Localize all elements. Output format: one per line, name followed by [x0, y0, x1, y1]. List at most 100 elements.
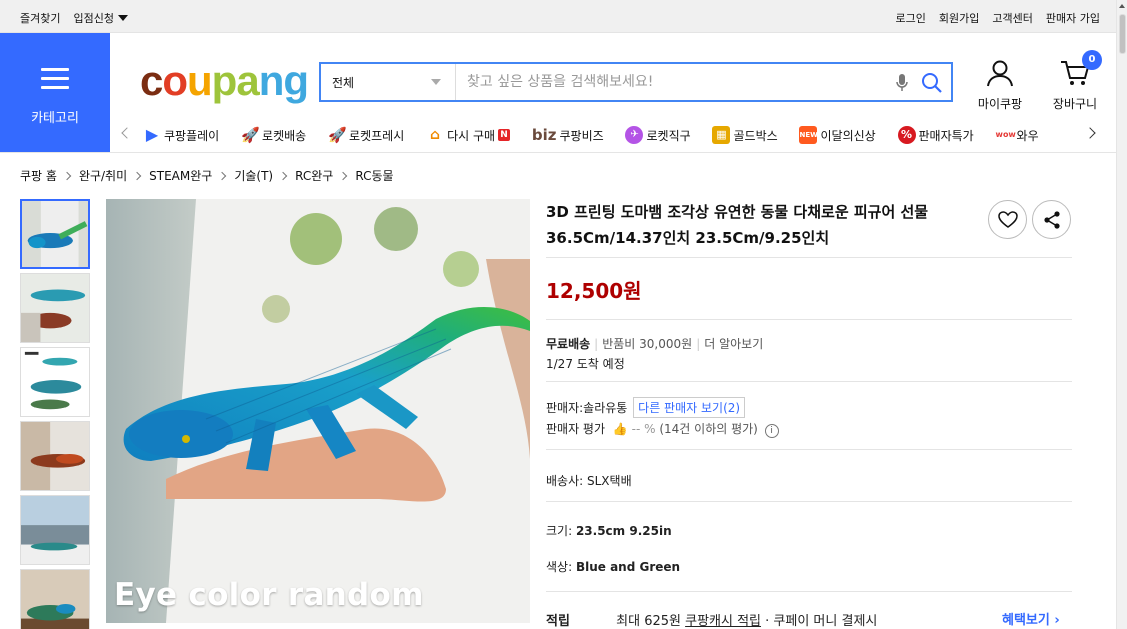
category-label: 카테고리	[31, 111, 79, 126]
shipping-info-row: 무료배송 | 반품비 30,000원 | 더 알아보기	[546, 337, 764, 351]
quicknav-label: 쿠팡비즈	[559, 128, 604, 143]
page-scrollbar[interactable]	[1116, 0, 1127, 629]
breadcrumb: 쿠팡 홈 완구/취미 STEAM완구 기술(T) RC완구 RC동물	[20, 167, 394, 184]
chevron-right-icon	[278, 171, 288, 180]
cart-label: 장바구니	[1052, 97, 1098, 111]
more-info-link[interactable]: 더 알아보기	[704, 337, 763, 351]
seller-signup-link[interactable]: 판매자 가입	[1046, 10, 1100, 26]
favorites-link[interactable]: 즐겨찾기	[20, 10, 60, 26]
hamburger-icon	[41, 68, 69, 95]
quicknav-coupang-biz[interactable]: biz 쿠팡비즈	[532, 124, 604, 146]
quicknav-new-arrivals[interactable]: NEW 이달의신상	[799, 124, 876, 146]
size-value: 23.5cm 9.25in	[575, 524, 672, 538]
color-label: 색상:	[546, 560, 573, 574]
reward-amount: 최대 625원	[616, 614, 681, 629]
section-divider	[546, 501, 1072, 502]
chevron-right-icon	[339, 171, 348, 180]
quicknav-coupang-play[interactable]: ▶ 쿠팡플레이	[143, 124, 219, 146]
wow-icon: wow	[995, 130, 1016, 139]
scrollbar-thumb[interactable]	[1119, 14, 1126, 54]
chevron-right-icon[interactable]	[1084, 127, 1096, 139]
reward-tail: · 쿠페이 머니 결제시	[765, 614, 878, 629]
quicknav-rocket-fresh[interactable]: 🚀 로켓프레시	[328, 124, 404, 146]
chevron-right-icon	[132, 171, 142, 180]
seller-apply-link[interactable]: 입점신청	[73, 10, 128, 26]
seller-rating-row: 판매자 평가 👍 -- % (14건 이하의 평가) i	[546, 420, 779, 438]
product-thumbnail[interactable]	[20, 421, 90, 491]
seller-rating-value: -- %	[631, 422, 656, 436]
product-thumbnail[interactable]	[20, 273, 90, 343]
color-value: Blue and Green	[575, 560, 681, 574]
breadcrumb-item[interactable]: 기술(T)	[234, 167, 273, 184]
quicknav-wow[interactable]: wow 와우	[996, 124, 1039, 146]
quicknav-rocket-global[interactable]: ✈ 로켓직구	[625, 124, 691, 146]
product-thumbnails	[20, 199, 90, 629]
chevron-right-icon: ›	[1054, 613, 1060, 628]
rocket-fresh-icon: 🚀	[328, 126, 347, 144]
seller-name: 판매자:솔라유통	[546, 401, 628, 415]
other-sellers-button[interactable]: 다른 판매자 보기(2)	[633, 397, 746, 418]
microphone-icon[interactable]	[895, 73, 909, 96]
benefits-label: 혜택보기	[1002, 613, 1050, 628]
seller-deal-icon: %	[897, 126, 916, 144]
search-icon[interactable]	[921, 72, 943, 97]
main-product-image[interactable]: Eye color random	[106, 199, 530, 623]
benefits-link[interactable]: 혜택보기 ›	[1002, 609, 1060, 628]
scroll-up-icon[interactable]	[1119, 4, 1125, 8]
cart-count-badge: 0	[1082, 50, 1102, 70]
courier-row: 배송사: SLX택배	[546, 472, 632, 489]
courier-name: SLX택배	[587, 474, 632, 488]
breadcrumb-item[interactable]: RC동물	[355, 167, 393, 184]
thumbs-up-icon: 👍	[612, 422, 628, 436]
quicknav-label: 로켓배송	[262, 128, 307, 143]
share-button[interactable]	[1032, 200, 1071, 239]
user-icon	[987, 60, 1013, 87]
breadcrumb-item[interactable]: STEAM완구	[149, 167, 212, 184]
quicknav-rocket-delivery[interactable]: 🚀 로켓배송	[241, 124, 306, 146]
size-option[interactable]: 크기: 23.5cm 9.25in	[546, 522, 672, 539]
product-thumbnail[interactable]	[20, 347, 90, 417]
new-arrival-icon: NEW	[799, 126, 818, 144]
color-option[interactable]: 색상: Blue and Green	[546, 558, 680, 575]
quicknav-label: 판매자특가	[918, 128, 974, 143]
quicknav-label: 와우	[1016, 128, 1039, 143]
signup-link[interactable]: 회원가입	[939, 10, 979, 26]
quicknav-rebuy[interactable]: ⌂ 다시 구매 N	[426, 124, 511, 146]
seller-rating-note: (14건 이하의 평가)	[659, 422, 758, 436]
breadcrumb-item[interactable]: 쿠팡 홈	[20, 167, 57, 184]
breadcrumb-item[interactable]: RC완구	[295, 167, 333, 184]
reward-row: 적립 최대 625원 쿠팡캐시 적립 · 쿠페이 머니 결제시	[546, 610, 877, 629]
chevron-left-icon[interactable]	[121, 127, 133, 139]
header-divider	[0, 152, 1116, 153]
wishlist-button[interactable]	[988, 200, 1027, 239]
section-divider	[546, 449, 1072, 450]
coupang-cash-link[interactable]: 쿠팡캐시 적립	[685, 614, 761, 629]
login-link[interactable]: 로그인	[896, 10, 926, 26]
product-thumbnail[interactable]	[20, 199, 90, 269]
coupang-logo[interactable]: coupang	[140, 56, 309, 106]
product-thumbnail[interactable]	[20, 495, 90, 565]
quicknav-label: 로켓프레시	[349, 128, 405, 143]
arrival-date: 1/27 도착 예정	[546, 357, 625, 371]
quicknav-label: 쿠팡플레이	[164, 128, 220, 143]
seller-rating-label: 판매자 평가	[546, 422, 606, 436]
search-input[interactable]	[457, 64, 877, 100]
quicknav-gold-box[interactable]: ▦ 골드박스	[712, 124, 778, 146]
info-icon[interactable]: i	[764, 424, 779, 438]
product-thumbnail[interactable]	[20, 569, 90, 629]
size-label: 크기:	[546, 524, 573, 538]
gold-box-icon: ▦	[712, 126, 731, 144]
global-rocket-icon: ✈	[625, 126, 644, 144]
category-menu-button[interactable]: 카테고리	[0, 33, 110, 152]
courier-label: 배송사:	[546, 474, 584, 488]
quicknav-seller-deals[interactable]: % 판매자특가	[897, 124, 974, 146]
mypage-button[interactable]: 마이쿠팡	[972, 58, 1028, 112]
reward-label: 적립	[546, 614, 570, 629]
breadcrumb-item[interactable]: 완구/취미	[79, 167, 127, 184]
mypage-label: 마이쿠팡	[977, 97, 1023, 111]
image-caption: Eye color random	[114, 577, 424, 613]
customer-center-link[interactable]: 고객센터	[992, 10, 1032, 26]
search-category-select[interactable]: 전체	[321, 64, 456, 100]
cart-button[interactable]: 0 장바구니	[1044, 50, 1106, 112]
chevron-right-icon	[62, 171, 72, 180]
